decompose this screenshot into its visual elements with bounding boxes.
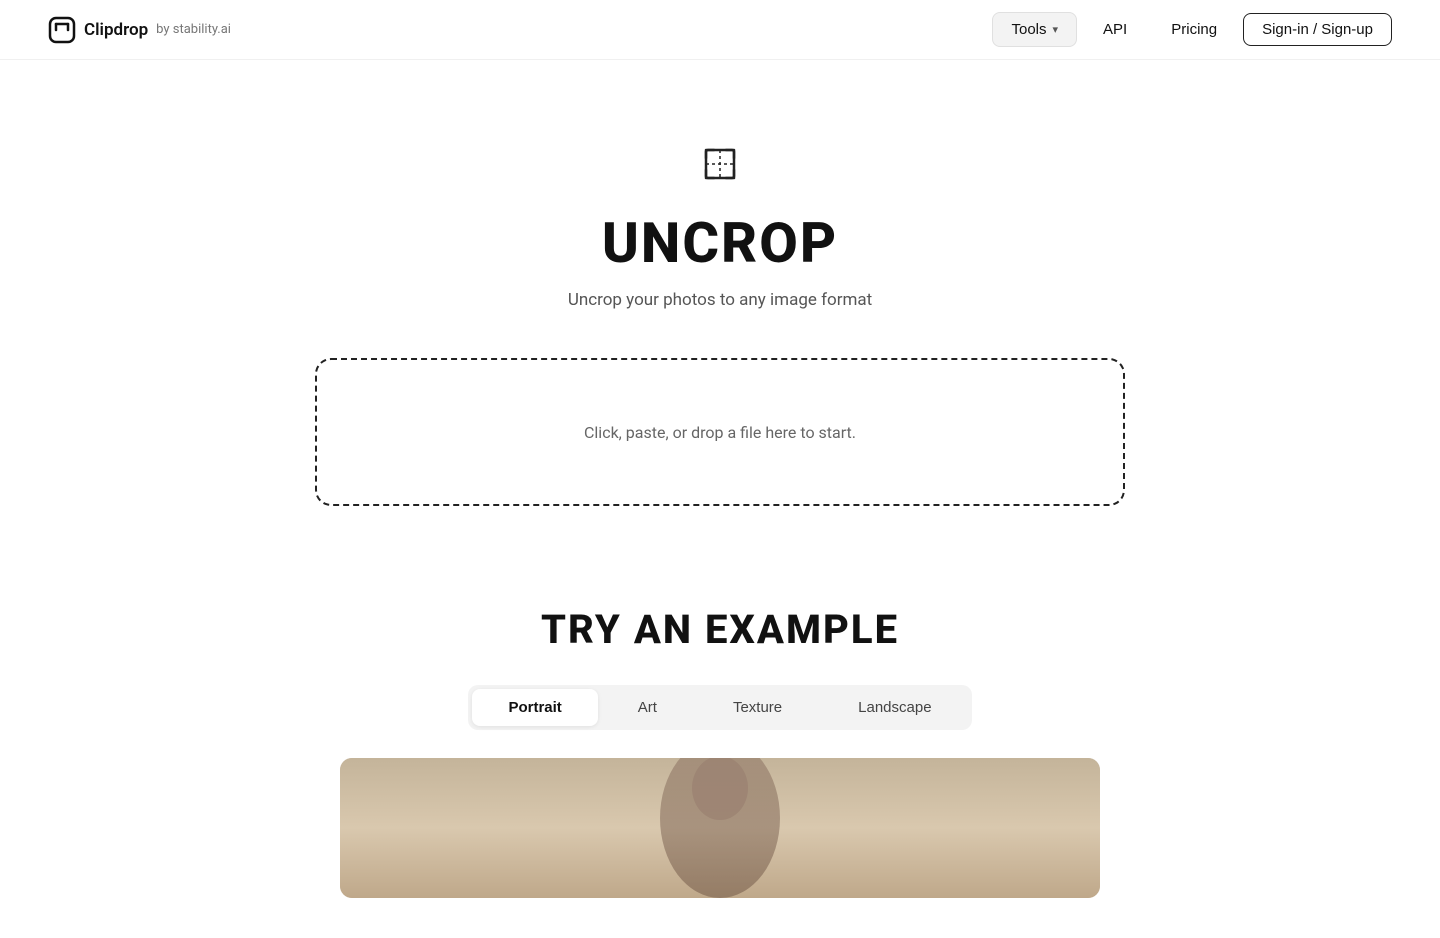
logo-link[interactable]: Clipdrop by stability.ai <box>48 16 231 44</box>
tab-portrait-label: Portrait <box>508 699 561 716</box>
signin-button[interactable]: Sign-in / Sign-up <box>1243 13 1392 46</box>
clipdrop-logo-icon <box>48 16 76 44</box>
api-button[interactable]: API <box>1085 13 1145 46</box>
tab-texture-label: Texture <box>733 699 782 716</box>
preview-svg <box>340 758 1100 898</box>
tab-art[interactable]: Art <box>602 689 693 726</box>
hero-section: UNCROP Uncrop your photos to any image f… <box>0 60 1440 506</box>
signin-label: Sign-in / Sign-up <box>1262 21 1373 38</box>
logo-brand: Clipdrop <box>84 20 148 40</box>
file-dropzone[interactable]: Click, paste, or drop a file here to sta… <box>315 358 1125 506</box>
examples-title: TRY AN EXAMPLE <box>541 606 899 653</box>
page-title: UNCROP <box>602 210 838 276</box>
tab-texture[interactable]: Texture <box>697 689 818 726</box>
navbar: Clipdrop by stability.ai Tools ▾ API Pri… <box>0 0 1440 60</box>
pricing-button[interactable]: Pricing <box>1153 13 1235 46</box>
tab-art-label: Art <box>638 699 657 716</box>
dropzone-hint: Click, paste, or drop a file here to sta… <box>584 423 856 442</box>
tools-label: Tools <box>1011 21 1046 38</box>
pricing-label: Pricing <box>1171 21 1217 38</box>
api-label: API <box>1103 21 1127 38</box>
tools-chevron-icon: ▾ <box>1053 23 1059 36</box>
tab-landscape-label: Landscape <box>858 699 931 716</box>
uncrop-icon <box>696 140 744 194</box>
example-tabs: Portrait Art Texture Landscape <box>468 685 971 730</box>
tools-button[interactable]: Tools ▾ <box>992 12 1077 47</box>
tab-landscape[interactable]: Landscape <box>822 689 967 726</box>
hero-subtitle: Uncrop your photos to any image format <box>568 290 872 310</box>
logo-by: by stability.ai <box>156 22 231 37</box>
nav-actions: Tools ▾ API Pricing Sign-in / Sign-up <box>992 12 1392 47</box>
tab-portrait[interactable]: Portrait <box>472 689 597 726</box>
example-preview-image <box>340 758 1100 898</box>
examples-section: TRY AN EXAMPLE Portrait Art Texture Land… <box>0 606 1440 938</box>
